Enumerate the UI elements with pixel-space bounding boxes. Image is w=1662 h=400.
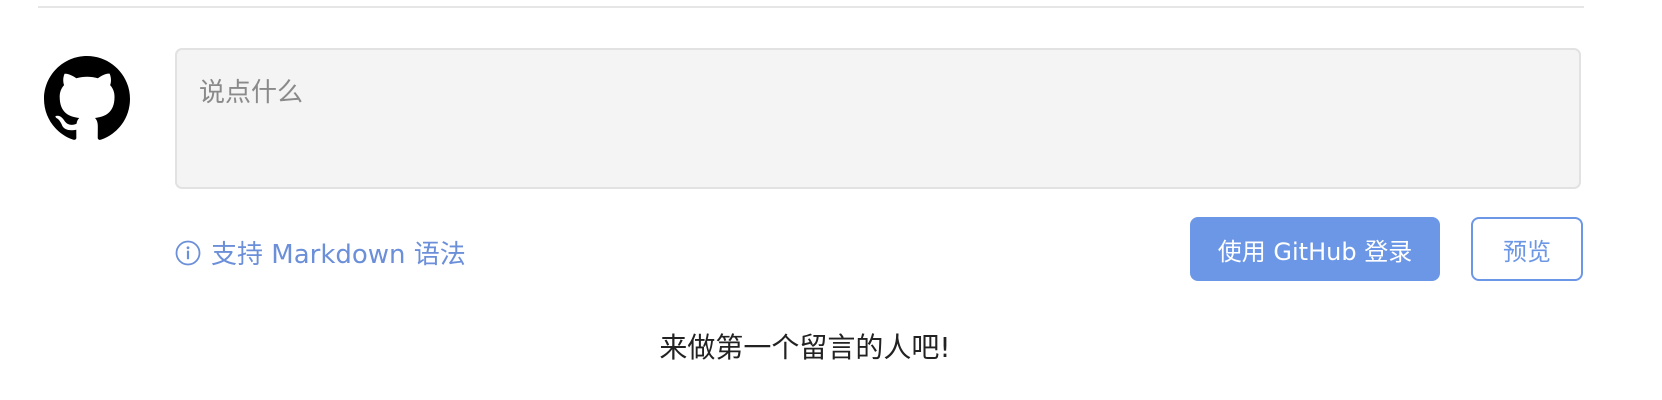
markdown-help-link[interactable]: 支持 Markdown 语法 <box>175 234 466 271</box>
empty-comments-message: 来做第一个留言的人吧! <box>659 331 951 364</box>
github-icon <box>44 56 130 142</box>
avatar <box>44 56 130 142</box>
top-divider <box>38 6 1584 8</box>
info-icon <box>175 240 201 266</box>
preview-button[interactable]: 预览 <box>1471 217 1583 281</box>
comment-input[interactable] <box>175 48 1581 189</box>
preview-label: 预览 <box>1503 237 1551 266</box>
github-login-button[interactable]: 使用 GitHub 登录 <box>1190 217 1440 281</box>
markdown-hint-label: 支持 Markdown 语法 <box>211 240 466 270</box>
github-login-label: 使用 GitHub 登录 <box>1217 237 1413 266</box>
